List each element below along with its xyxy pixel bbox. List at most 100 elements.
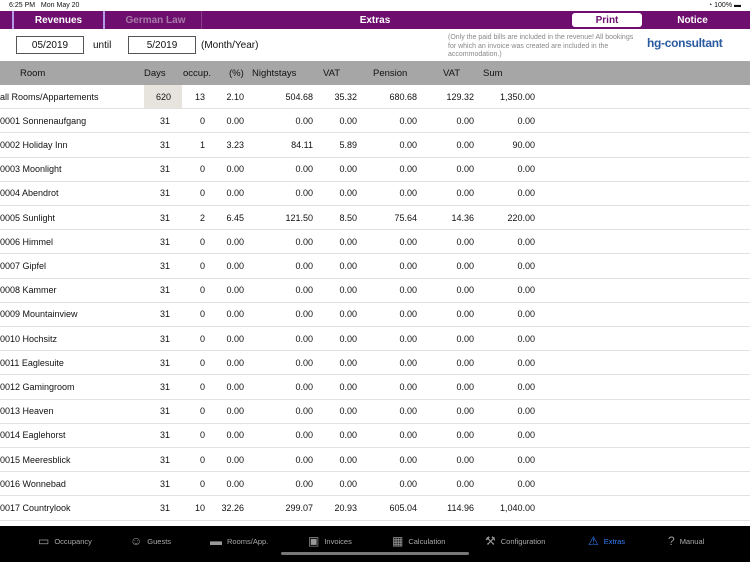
cell: 0: [199, 115, 205, 126]
cell: 0.00: [295, 478, 313, 489]
notice-button[interactable]: Notice: [650, 11, 735, 29]
cell: 0.00: [517, 478, 535, 489]
room-name: 0012 Gamingroom: [0, 381, 75, 392]
cell: 0.00: [517, 164, 535, 175]
table-row[interactable]: 0001 Sonnenaufgang 31 0 0.00 0.00 0.00 0.00 0.0…: [0, 109, 750, 134]
tab-label: Extras: [603, 536, 626, 546]
cell: 0.00: [517, 115, 535, 126]
table-row[interactable]: 0009 Mountainview 31 0 0.00 0.00 0.00 0.00 0.00…: [0, 303, 750, 327]
cell: 0.00: [295, 260, 313, 271]
column-header: (%): [229, 67, 244, 79]
cell: 0.00: [399, 357, 417, 368]
cell: 1,040.00: [499, 502, 535, 513]
tab-revenues[interactable]: Revenues: [12, 11, 105, 29]
tab-roomsapp[interactable]: ▬ Rooms/App.: [210, 534, 268, 548]
to-month-input[interactable]: 5/2019: [128, 36, 196, 54]
tab-label: Manual: [679, 536, 705, 546]
room-name: 0002 Holiday Inn: [0, 139, 68, 150]
tab-guests[interactable]: ☺ Guests: [130, 534, 171, 548]
cell: 0: [199, 381, 205, 392]
tab-invoices[interactable]: ▣ Invoices: [308, 534, 352, 548]
table-row[interactable]: 0017 Countrylook 31 10 32.26 299.07 20.93 605.…: [0, 496, 750, 521]
format-label: (Month/Year): [201, 40, 259, 51]
table-row[interactable]: 0010 Hochsitz 31 0 0.00 0.00 0.00 0.00 0.00 0.00: [0, 327, 750, 352]
cell: 0.00: [226, 357, 244, 368]
tab-manual[interactable]: ? Manual: [668, 534, 704, 548]
cell: 0.00: [295, 285, 313, 296]
cell: 31: [159, 454, 170, 465]
cell: 31: [159, 333, 170, 344]
print-button[interactable]: Print: [572, 13, 642, 27]
cell: 0.00: [456, 188, 474, 199]
cell: 0.00: [517, 188, 535, 199]
cell: 0: [199, 357, 205, 368]
warning-icon: ⚠: [588, 534, 599, 548]
cell: 5.89: [339, 139, 357, 150]
column-header: VAT: [443, 67, 461, 79]
room-name: 0010 Hochsitz: [0, 333, 58, 344]
cell: 0.00: [339, 430, 357, 441]
cell: 35.32: [334, 91, 357, 102]
cell: 0.00: [226, 406, 244, 417]
table-row[interactable]: 0006 Himmel 31 0 0.00 0.00 0.00 0.00 0.00 0.00: [0, 230, 750, 255]
tab-label: Invoices: [324, 536, 352, 546]
table-row[interactable]: 0002 Holiday Inn 31 1 3.23 84.11 5.89 0.00 0.00…: [0, 133, 750, 158]
cell: 31: [159, 478, 170, 489]
column-header: Days: [144, 67, 166, 79]
cell: 10: [194, 502, 205, 513]
cell: 0.00: [456, 406, 474, 417]
tab-label: Configuration: [500, 536, 546, 546]
cell: 0.00: [456, 357, 474, 368]
tab-configuration[interactable]: ⚒ Configuration: [485, 534, 545, 548]
cell: 0.00: [295, 164, 313, 175]
table-row[interactable]: 0004 Abendrot 31 0 0.00 0.00 0.00 0.00 0.00 0.00: [0, 182, 750, 206]
cell: 0.00: [399, 478, 417, 489]
from-month-input[interactable]: 05/2019: [16, 36, 84, 54]
cell: 0.00: [226, 164, 244, 175]
cell: 0.00: [456, 164, 474, 175]
cell: 0.00: [295, 333, 313, 344]
cell: 0.00: [339, 309, 357, 320]
table-row[interactable]: 0013 Heaven 31 0 0.00 0.00 0.00 0.00 0.00 0.00: [0, 400, 750, 424]
cell: 0.00: [226, 115, 244, 126]
cell: 0.00: [517, 454, 535, 465]
table-row[interactable]: 0011 Eaglesuite 31 0 0.00 0.00 0.00 0.00 0.00 0.…: [0, 351, 750, 376]
table-row[interactable]: 0012 Gamingroom 31 0 0.00 0.00 0.00 0.00 0.00 0.…: [0, 375, 750, 400]
cell: 0.00: [295, 357, 313, 368]
cell: 31: [159, 357, 170, 368]
battery-icon: ▬: [734, 2, 741, 9]
table-row[interactable]: 0016 Wonnebad 31 0 0.00 0.00 0.00 0.00 0.00 0.00: [0, 472, 750, 497]
cell: 0.00: [517, 260, 535, 271]
table-row[interactable]: 0003 Moonlight 31 0 0.00 0.00 0.00 0.00 0.00 0.0…: [0, 158, 750, 182]
tab-extras[interactable]: ⚠ Extras: [588, 534, 625, 548]
page-title: Extras: [359, 14, 391, 26]
cell: 0: [199, 260, 205, 271]
room-name: 0017 Countrylook: [0, 502, 71, 513]
cell: 0.00: [226, 333, 244, 344]
table-row[interactable]: 0008 Kammer 31 0 0.00 0.00 0.00 0.00 0.00 0.00: [0, 279, 750, 303]
table-header: Room Days occup. (%) Nightstays VAT Pension VAT…: [0, 61, 750, 85]
cell: 0.00: [295, 430, 313, 441]
cell: 0: [199, 478, 205, 489]
question-icon: ?: [668, 534, 675, 548]
tab-german-law[interactable]: German Law: [110, 11, 202, 29]
cell: 0.00: [226, 188, 244, 199]
status-bar: 6:25 PM Mon May 20 ◔ 100% ▬: [0, 0, 750, 11]
table-row[interactable]: 0015 Meeresblick 31 0 0.00 0.00 0.00 0.00 0.00 0…: [0, 448, 750, 473]
cell: 0: [199, 454, 205, 465]
tab-occupancy[interactable]: ▭ Occupancy: [38, 534, 92, 548]
room-name: all Rooms/Appartements: [0, 91, 99, 102]
table-row[interactable]: 0007 Gipfel 31 0 0.00 0.00 0.00 0.00 0.00 0.00: [0, 254, 750, 279]
tab-calculation[interactable]: ▦ Calculation: [392, 534, 445, 548]
cell: 0.00: [399, 430, 417, 441]
table-row[interactable]: 0005 Sunlight 31 2 6.45 121.50 8.50 75.64 14.36…: [0, 206, 750, 231]
cell: 0: [199, 309, 205, 320]
room-name: 0004 Abendrot: [0, 188, 59, 199]
table-row[interactable]: 0014 Eaglehorst 31 0 0.00 0.00 0.00 0.00 0.00 0.…: [0, 424, 750, 448]
cell: 0.00: [339, 381, 357, 392]
column-header: Sum: [483, 67, 503, 79]
cell: 0.00: [517, 430, 535, 441]
table-row[interactable]: all Rooms/Appartements 620 13 2.10 504.68 35.…: [0, 85, 750, 110]
cell: 75.64: [394, 212, 417, 223]
cell: 1: [199, 139, 205, 150]
